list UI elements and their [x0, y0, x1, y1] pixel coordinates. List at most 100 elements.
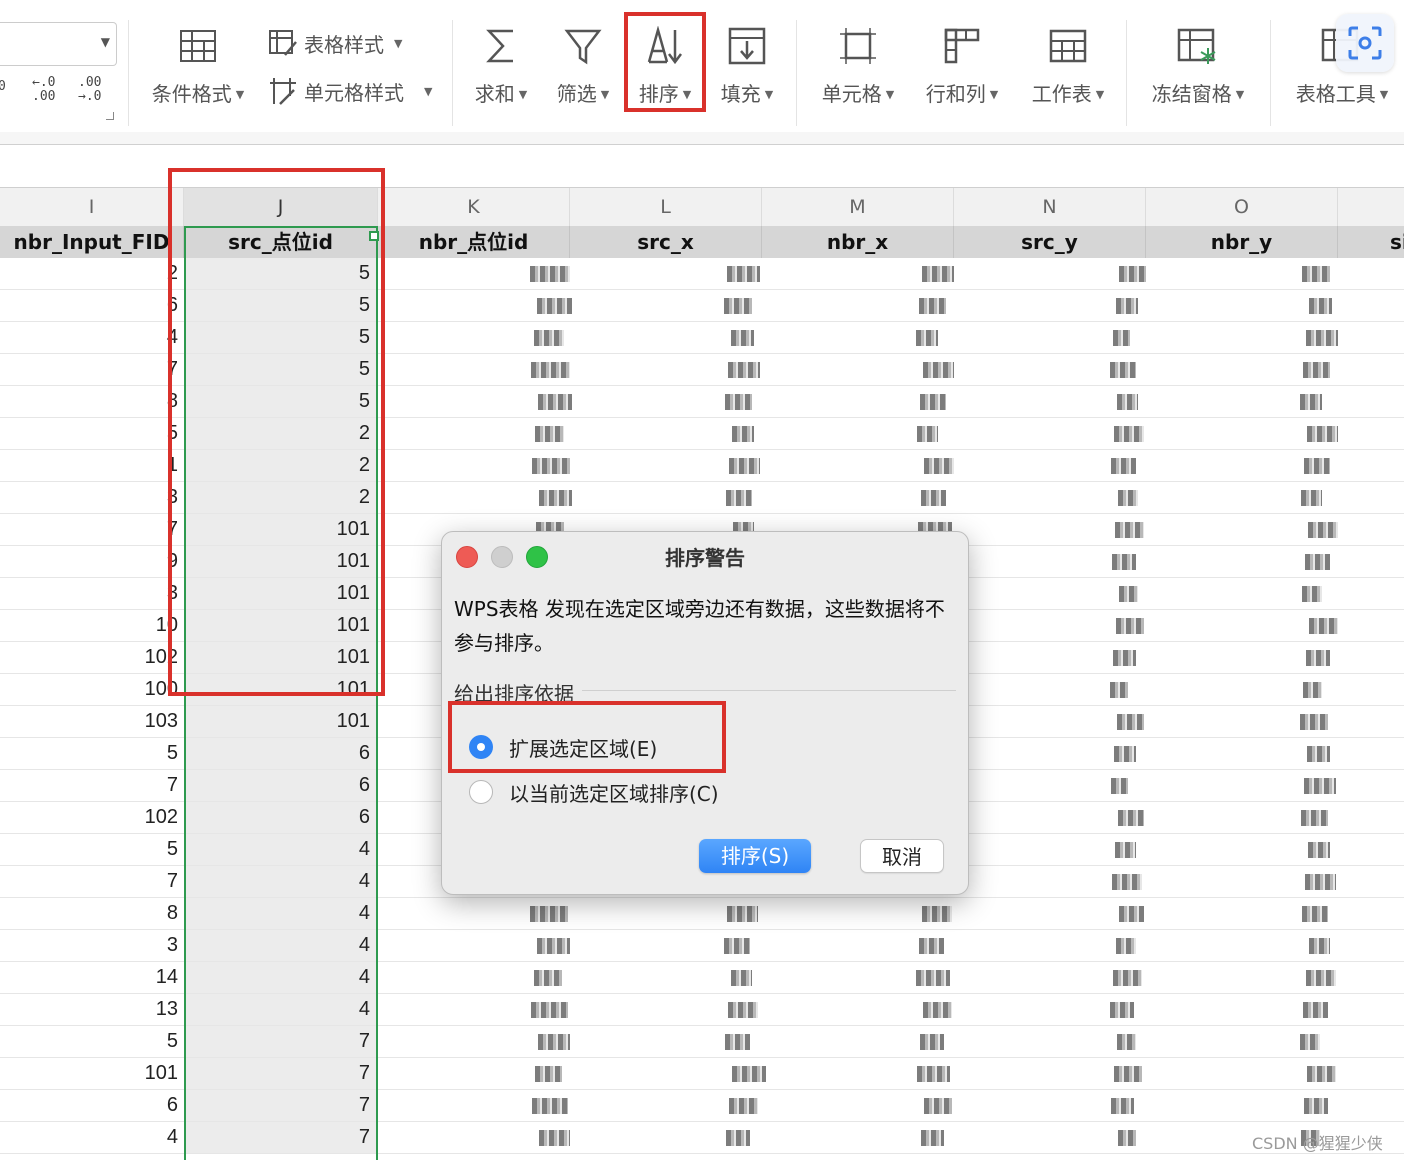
current-selection-label[interactable]: 以当前选定区域排序(C) — [509, 778, 719, 807]
cell-nbr-input-fid[interactable]: 4 — [0, 1122, 184, 1153]
sort-highlight-box — [624, 12, 706, 112]
redacted-value — [1113, 650, 1136, 666]
divider — [128, 20, 129, 126]
cell-nbr-input-fid[interactable]: 6 — [0, 1090, 184, 1121]
cell-src-point-id[interactable]: 4 — [184, 930, 378, 961]
cell-src-point-id[interactable]: 6 — [184, 738, 378, 769]
cancel-button[interactable]: 取消 — [860, 839, 944, 873]
fill-button[interactable]: 填充 ▼ — [712, 26, 782, 107]
column-header-I[interactable]: I — [0, 188, 184, 226]
field-header-src-x[interactable]: src_x — [570, 226, 762, 258]
formula-bar[interactable] — [0, 132, 1404, 145]
cell-src-point-id[interactable]: 4 — [184, 866, 378, 897]
cell-nbr-input-fid[interactable]: 13 — [0, 994, 184, 1025]
freeze-pane-button[interactable]: 冻结窗格 ▼ — [1142, 26, 1254, 107]
cell-src-point-id[interactable]: 4 — [184, 962, 378, 993]
row-col-button[interactable]: 行和列 ▼ — [916, 26, 1008, 107]
redacted-value — [1302, 266, 1330, 282]
filter-button[interactable]: 筛选 ▼ — [548, 26, 618, 107]
worksheet-icon — [1049, 29, 1087, 63]
cell-nbr-input-fid[interactable]: 7 — [0, 770, 184, 801]
fill-icon — [728, 27, 766, 65]
cell-nbr-input-fid[interactable]: 3 — [0, 578, 184, 609]
table-style-button[interactable]: 表格样式 ▼ — [268, 28, 402, 58]
column-header-M[interactable]: M — [762, 188, 954, 226]
redacted-value — [1114, 746, 1136, 762]
cell-nbr-input-fid[interactable]: 100 — [0, 674, 184, 705]
cell-nbr-input-fid[interactable]: 1 — [0, 450, 184, 481]
cell-src-point-id[interactable]: 6 — [184, 802, 378, 833]
cell-nbr-input-fid[interactable]: 8 — [0, 898, 184, 929]
cell-nbr-input-fid[interactable]: 9 — [0, 546, 184, 577]
redacted-value — [534, 970, 562, 986]
redacted-value — [1302, 586, 1322, 602]
conditional-format-button[interactable]: 条件格式 ▼ — [144, 26, 252, 107]
cell-nbr-input-fid[interactable]: 10 — [0, 610, 184, 641]
cell-src-point-id[interactable]: 7 — [184, 1122, 378, 1153]
cell-src-point-id[interactable]: 7 — [184, 1026, 378, 1057]
redacted-value — [1115, 522, 1144, 538]
redacted-value — [1114, 426, 1144, 442]
column-header-N[interactable]: N — [954, 188, 1146, 226]
cell-src-point-id[interactable]: 7 — [184, 1058, 378, 1089]
cell-nbr-input-fid[interactable]: 101 — [0, 1058, 184, 1089]
cell-nbr-input-fid[interactable]: 102 — [0, 802, 184, 833]
cell-style-button[interactable]: 单元格样式 ▼ — [268, 76, 432, 106]
cell-src-point-id[interactable]: 7 — [184, 1090, 378, 1121]
column-header-L[interactable]: L — [570, 188, 762, 226]
redacted-value — [1304, 1098, 1328, 1114]
cell-nbr-input-fid[interactable]: 103 — [0, 706, 184, 737]
worksheet-button[interactable]: 工作表 ▼ — [1022, 26, 1114, 107]
cell-nbr-input-fid[interactable]: 14 — [0, 962, 184, 993]
cell-nbr-input-fid[interactable]: 7 — [0, 514, 184, 545]
cell-nbr-input-fid[interactable]: 5 — [0, 738, 184, 769]
cell-nbr-input-fid[interactable]: 8 — [0, 386, 184, 417]
cell-nbr-input-fid[interactable]: 5 — [0, 834, 184, 865]
current-selection-radio[interactable] — [469, 780, 493, 804]
cell-src-point-id[interactable]: 4 — [184, 834, 378, 865]
cell-src-point-id[interactable]: 4 — [184, 994, 378, 1025]
sum-button[interactable]: 求和 ▼ — [466, 26, 536, 107]
cell-nbr-input-fid[interactable]: 6 — [0, 290, 184, 321]
sum-label: 求和 — [474, 82, 515, 106]
cell-src-point-id[interactable]: 6 — [184, 770, 378, 801]
cell-nbr-input-fid[interactable]: 5 — [0, 1026, 184, 1057]
table-row: 84 — [0, 898, 1404, 930]
cell-nbr-input-fid[interactable]: 4 — [0, 322, 184, 353]
chevron-down-icon[interactable]: ▼ — [101, 35, 110, 49]
redacted-value — [732, 426, 754, 442]
dialog-launcher-icon[interactable] — [106, 112, 114, 120]
cell-nbr-input-fid[interactable]: 7 — [0, 866, 184, 897]
cell-nbr-input-fid[interactable]: 7 — [0, 354, 184, 385]
redacted-value — [729, 1098, 758, 1114]
field-header-si[interactable]: si — [1338, 226, 1404, 258]
font-size-combobox[interactable]: ▼ — [0, 22, 117, 66]
cell-button[interactable]: 单元格 ▼ — [812, 26, 904, 107]
column-header-K[interactable]: K — [378, 188, 570, 226]
chevron-down-icon: ▼ — [1095, 88, 1105, 101]
sort-confirm-button[interactable]: 排序(S) — [699, 839, 811, 873]
cell-nbr-input-fid[interactable]: 102 — [0, 642, 184, 673]
field-header-src-y[interactable]: src_y — [954, 226, 1146, 258]
screenshot-scan-button[interactable] — [1336, 14, 1394, 72]
field-header-nbr-point-id[interactable]: nbr_点位id — [378, 226, 570, 258]
decrease-decimal-button[interactable]: .00 →.0 — [78, 76, 101, 104]
column-header-O[interactable]: O — [1146, 188, 1338, 226]
cell-nbr-input-fid[interactable]: 5 — [0, 418, 184, 449]
field-header-nbr-y[interactable]: nbr_y — [1146, 226, 1338, 258]
toolbar-ribbon: ▼ 0 ←.0 .00 .00 →.0 条件格式 ▼ 表格样式 ▼ 单元格样式 ▼ 求… — [0, 0, 1404, 133]
number-format-partial[interactable]: 0 — [0, 80, 6, 94]
cell-nbr-input-fid[interactable]: 3 — [0, 930, 184, 961]
cell-nbr-input-fid[interactable]: 3 — [0, 482, 184, 513]
column-header-P[interactable] — [1338, 188, 1404, 226]
increase-decimal-button[interactable]: ←.0 .00 — [32, 76, 55, 104]
redacted-value — [1117, 394, 1138, 410]
redacted-value — [924, 458, 954, 474]
cell-nbr-input-fid[interactable]: 2 — [0, 258, 184, 289]
cell-src-point-id[interactable]: 101 — [184, 706, 378, 737]
cell-src-point-id[interactable]: 4 — [184, 898, 378, 929]
table-tools-label: 表格工具 — [1295, 82, 1376, 106]
redacted-value — [731, 330, 754, 346]
field-header-nbr-input-fid[interactable]: nbr_Input_FID — [0, 226, 184, 258]
field-header-nbr-x[interactable]: nbr_x — [762, 226, 954, 258]
